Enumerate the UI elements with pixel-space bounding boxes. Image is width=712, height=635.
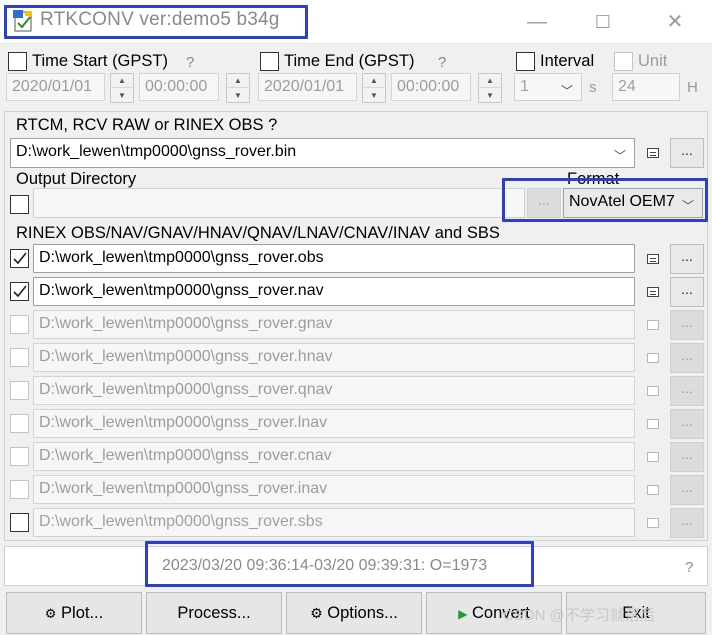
view-file-icon[interactable] (647, 287, 659, 297)
rinex-file-field[interactable]: D:\work_lewen\tmp0000\gnss_rover.hnav (33, 343, 635, 372)
rinex-file-checkbox[interactable] (10, 282, 29, 301)
view-file-icon[interactable] (647, 353, 659, 363)
rinex-file-checkbox[interactable] (10, 348, 29, 367)
view-file-icon[interactable] (647, 419, 659, 429)
format-highlight-box (502, 178, 708, 222)
input-file-label: RTCM, RCV RAW or RINEX OBS ? (16, 116, 278, 134)
rinex-browse-button[interactable]: ... (670, 343, 704, 373)
output-directory-field[interactable] (33, 188, 525, 218)
interval-checkbox[interactable] (516, 52, 535, 71)
time-end-checkbox[interactable] (260, 52, 279, 71)
time-start-help[interactable]: ? (186, 54, 194, 71)
rinex-file-checkbox[interactable] (10, 381, 29, 400)
rinex-file-field[interactable]: D:\work_lewen\tmp0000\gnss_rover.qnav (33, 376, 635, 405)
rinex-browse-button[interactable]: ... (670, 475, 704, 505)
gear-icon: ⚙ (310, 605, 323, 621)
status-highlight-box (145, 541, 534, 587)
start-date-spinner[interactable]: ▲ ▼ (110, 73, 134, 103)
process-label: Process... (177, 604, 251, 622)
view-file-icon[interactable] (647, 386, 659, 396)
start-time-field[interactable]: 00:00:00 (139, 73, 219, 101)
interval-unit: s (589, 79, 597, 96)
output-directory-label: Output Directory (16, 170, 137, 188)
view-file-icon[interactable] (647, 452, 659, 462)
maximize-button[interactable]: ☐ (580, 0, 626, 44)
view-file-icon[interactable] (647, 148, 659, 158)
spin-down-icon[interactable]: ▼ (363, 88, 385, 102)
input-file-path: D:\work_lewen\tmp0000\gnss_rover.bin (16, 143, 297, 160)
chevron-down-icon: ﹀ (560, 84, 573, 98)
process-button[interactable]: Process... (146, 592, 282, 634)
spin-down-icon[interactable]: ▼ (227, 88, 249, 102)
spin-down-icon[interactable]: ▼ (111, 88, 133, 102)
title-highlight-box (4, 5, 308, 39)
rinex-file-field[interactable]: D:\work_lewen\tmp0000\gnss_rover.nav (33, 277, 635, 306)
unit-label: Unit (638, 52, 668, 70)
input-browse-button[interactable]: ... (670, 138, 704, 168)
rinex-file-field[interactable]: D:\work_lewen\tmp0000\gnss_rover.sbs (33, 508, 635, 537)
input-file-combo[interactable]: D:\work_lewen\tmp0000\gnss_rover.bin ﹀ (10, 138, 635, 168)
plot-icon: ⚙ (44, 606, 57, 621)
time-end-help[interactable]: ? (438, 54, 446, 71)
spin-up-icon[interactable]: ▲ (479, 74, 501, 88)
rinex-file-field[interactable]: D:\work_lewen\tmp0000\gnss_rover.inav (33, 475, 635, 504)
rinex-file-checkbox[interactable] (10, 513, 29, 532)
rinex-file-checkbox[interactable] (10, 480, 29, 499)
rinex-files-label: RINEX OBS/NAV/GNAV/HNAV/QNAV/LNAV/CNAV/I… (16, 224, 500, 242)
end-date-field[interactable]: 2020/01/01 (258, 73, 357, 101)
rinex-file-field[interactable]: D:\work_lewen\tmp0000\gnss_rover.lnav (33, 409, 635, 438)
checkmark-icon (13, 252, 27, 265)
view-file-icon[interactable] (647, 320, 659, 330)
spin-up-icon[interactable]: ▲ (227, 74, 249, 88)
status-help[interactable]: ? (685, 559, 693, 576)
rinex-browse-button[interactable]: ... (670, 244, 704, 274)
rinex-file-field[interactable]: D:\work_lewen\tmp0000\gnss_rover.obs (33, 244, 635, 273)
chevron-down-icon: ﹀ (613, 149, 626, 163)
end-time-field[interactable]: 00:00:00 (391, 73, 471, 101)
plot-button[interactable]: ⚙ Plot... (6, 592, 142, 634)
unit-checkbox[interactable] (614, 52, 633, 71)
spin-up-icon[interactable]: ▲ (363, 74, 385, 88)
start-date-field[interactable]: 2020/01/01 (6, 73, 105, 101)
time-end-label: Time End (GPST) (284, 52, 415, 70)
interval-label: Interval (540, 52, 595, 70)
checkmark-icon (13, 285, 27, 298)
time-start-label: Time Start (GPST) (32, 52, 168, 70)
minimize-button[interactable]: — (514, 0, 560, 44)
rinex-file-checkbox[interactable] (10, 414, 29, 433)
rinex-browse-button[interactable]: ... (670, 409, 704, 439)
view-file-icon[interactable] (647, 518, 659, 528)
rinex-file-field[interactable]: D:\work_lewen\tmp0000\gnss_rover.cnav (33, 442, 635, 471)
rinex-browse-button[interactable]: ... (670, 442, 704, 472)
interval-value: 1 (520, 78, 529, 95)
play-icon: ▶ (458, 607, 468, 621)
rinex-browse-button[interactable]: ... (670, 376, 704, 406)
plot-label: Plot... (61, 604, 104, 622)
rinex-browse-button[interactable]: ... (670, 310, 704, 340)
interval-select[interactable]: 1 ﹀ (514, 73, 582, 101)
rinex-file-field[interactable]: D:\work_lewen\tmp0000\gnss_rover.gnav (33, 310, 635, 339)
unit-field[interactable]: 24 (612, 73, 680, 101)
view-file-icon[interactable] (647, 254, 659, 264)
close-button[interactable]: ✕ (652, 0, 698, 44)
unit-hour-label: H (687, 79, 698, 96)
rinex-file-checkbox[interactable] (10, 249, 29, 268)
spin-up-icon[interactable]: ▲ (111, 74, 133, 88)
options-button[interactable]: ⚙ Options... (286, 592, 422, 634)
rinex-browse-button[interactable]: ... (670, 508, 704, 538)
options-label: Options... (327, 604, 398, 622)
rinex-file-checkbox[interactable] (10, 315, 29, 334)
time-start-checkbox[interactable] (8, 52, 27, 71)
view-file-icon[interactable] (647, 485, 659, 495)
end-date-spinner[interactable]: ▲ ▼ (362, 73, 386, 103)
rinex-file-checkbox[interactable] (10, 447, 29, 466)
spin-down-icon[interactable]: ▼ (479, 88, 501, 102)
start-time-spinner[interactable]: ▲ ▼ (226, 73, 250, 103)
end-time-spinner[interactable]: ▲ ▼ (478, 73, 502, 103)
rinex-browse-button[interactable]: ... (670, 277, 704, 307)
output-directory-checkbox[interactable] (10, 195, 29, 214)
watermark-text: CSDN @不学习就落后 (503, 607, 655, 624)
